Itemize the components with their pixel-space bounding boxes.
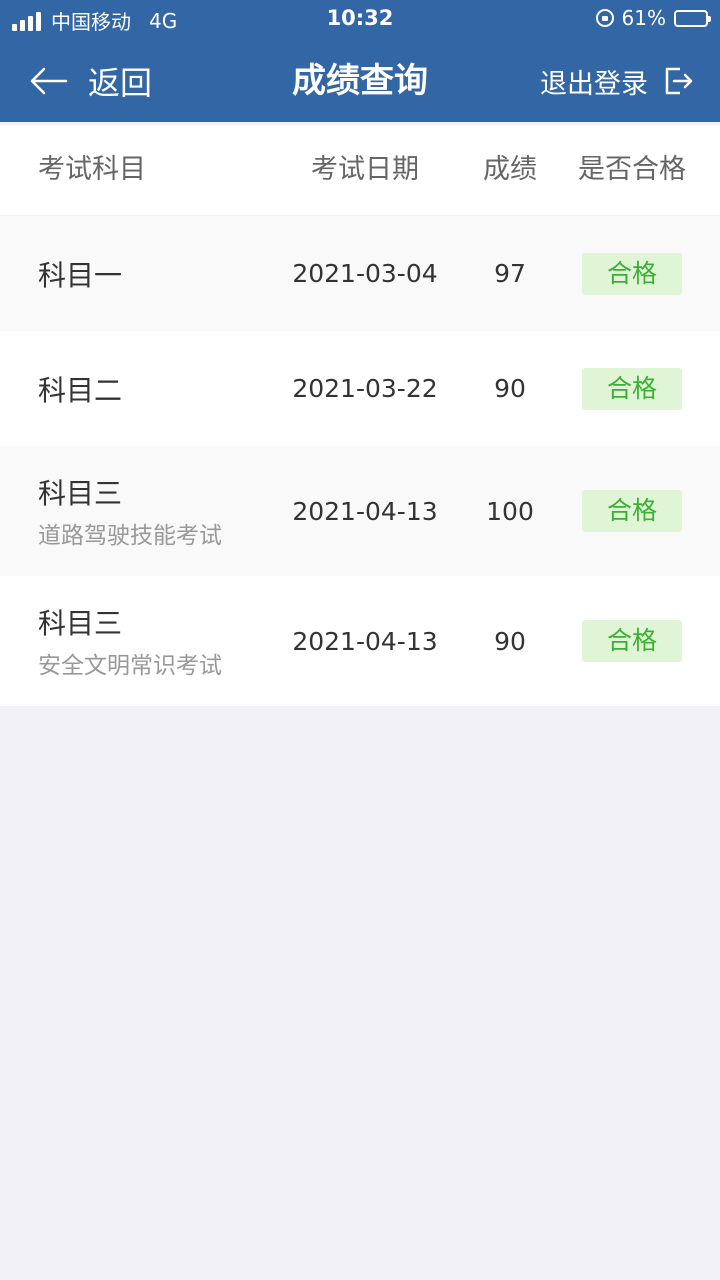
- exam-date: 2021-03-04: [292, 259, 438, 288]
- exam-date: 2021-03-22: [292, 374, 438, 403]
- subject-subtitle: 安全文明常识考试: [38, 653, 222, 679]
- back-label: 返回: [88, 64, 153, 102]
- pass-badge: 合格: [582, 367, 682, 410]
- subject-cell: 科目三 道路驾驶技能考试: [38, 446, 222, 576]
- subject-name: 科目二: [38, 373, 123, 407]
- exam-score: 90: [494, 374, 526, 403]
- pass-cell: 合格: [582, 216, 682, 331]
- header-pass: 是否合格: [578, 154, 686, 185]
- arrow-left-icon: [30, 67, 68, 95]
- exam-date: 2021-04-13: [292, 626, 438, 656]
- battery-percent: 61%: [621, 6, 666, 30]
- table-row: 科目二 2021-03-22 90 合格: [0, 331, 720, 446]
- subject-name: 科目一: [38, 258, 123, 292]
- status-bar: 中国移动 4G 10:32 61%: [0, 0, 720, 40]
- pass-cell: 合格: [582, 331, 682, 446]
- header-date: 考试日期: [311, 154, 419, 185]
- subject-name: 科目三: [38, 607, 123, 640]
- back-button[interactable]: 返回: [28, 40, 152, 122]
- pass-cell: 合格: [582, 446, 682, 576]
- exam-score: 100: [486, 496, 534, 526]
- logout-button[interactable]: 退出登录: [540, 40, 694, 122]
- exam-score: 97: [494, 259, 526, 288]
- subject-cell: 科目一: [38, 216, 122, 331]
- subject-subtitle: 道路驾驶技能考试: [38, 523, 222, 549]
- nav-bar: 返回 成绩查询 退出登录: [0, 40, 720, 122]
- table-row: 科目一 2021-03-04 97 合格: [0, 216, 720, 331]
- table-row: 科目三 道路驾驶技能考试 2021-04-13 100 合格: [0, 446, 720, 576]
- exam-score: 90: [494, 626, 526, 656]
- table-header: 考试科目 考试日期 成绩 是否合格: [0, 125, 720, 216]
- pass-badge: 合格: [582, 620, 682, 662]
- header-subject: 考试科目: [38, 154, 146, 185]
- orientation-lock-icon: [595, 9, 614, 27]
- header-score: 成绩: [483, 154, 537, 185]
- pass-badge: 合格: [582, 252, 682, 295]
- battery-icon: [674, 9, 711, 27]
- exam-date: 2021-04-13: [292, 496, 438, 526]
- logout-icon: [665, 67, 693, 95]
- pass-badge: 合格: [582, 490, 682, 532]
- status-right: 61%: [595, 6, 711, 30]
- table-row: 科目三 安全文明常识考试 2021-04-13 90 合格: [0, 576, 720, 706]
- pass-cell: 合格: [582, 576, 682, 706]
- subject-cell: 科目三 安全文明常识考试: [38, 576, 222, 706]
- subject-name: 科目三: [38, 477, 123, 510]
- subject-cell: 科目二: [38, 331, 122, 446]
- score-table: 考试科目 考试日期 成绩 是否合格 科目一 2021-03-04 97 合格 科…: [0, 125, 720, 706]
- logout-label: 退出登录: [540, 68, 648, 100]
